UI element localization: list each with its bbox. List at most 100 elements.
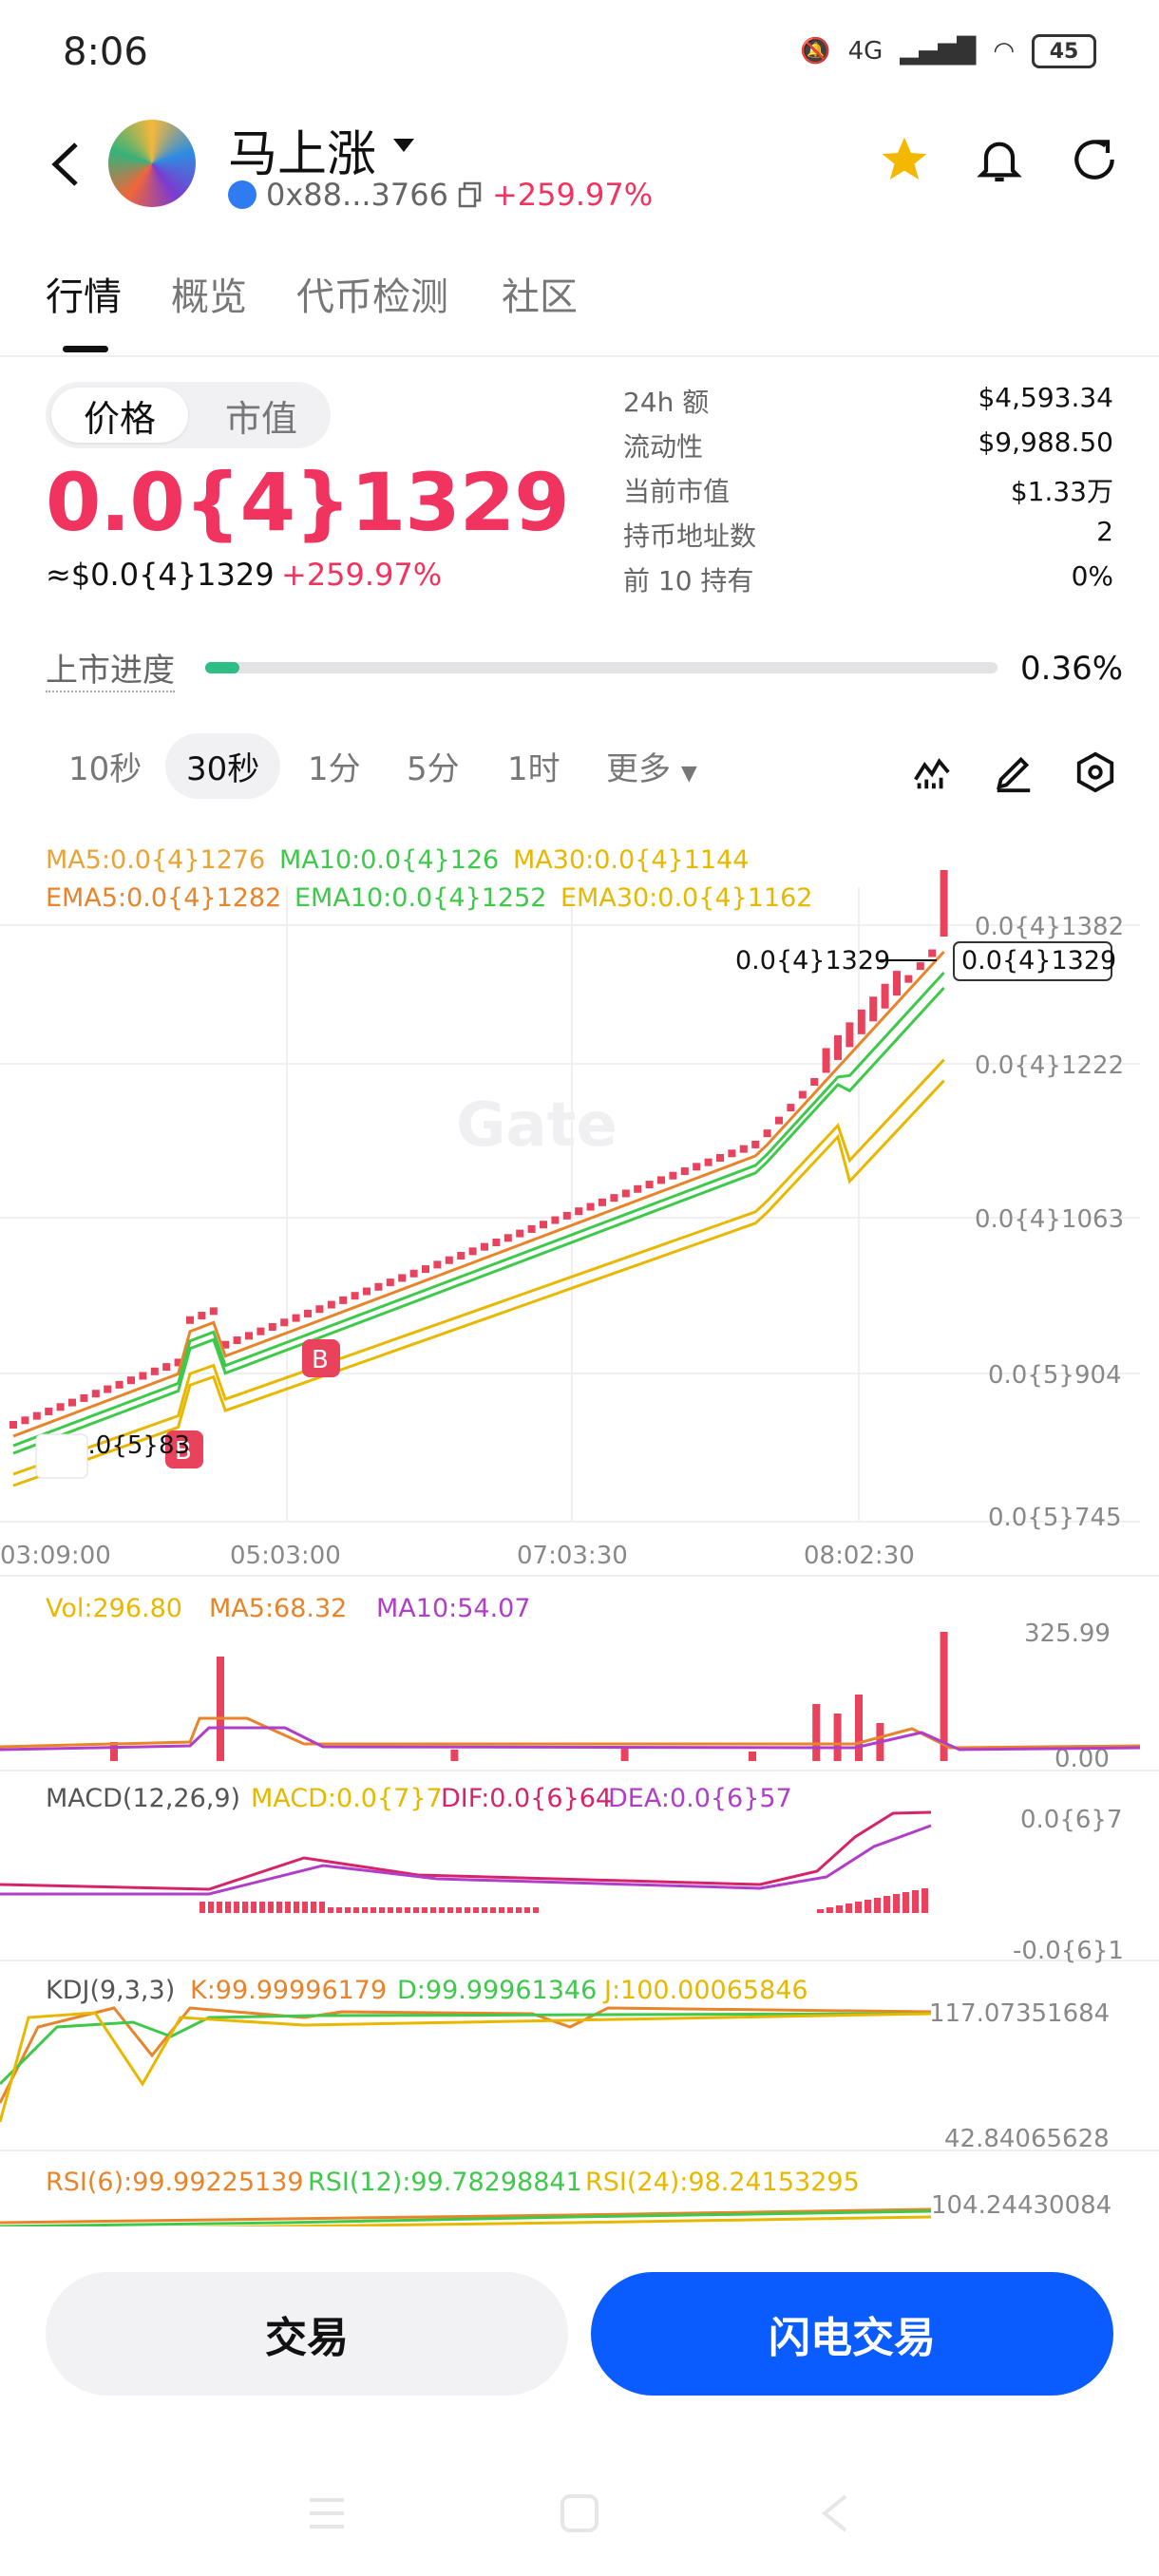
macd-bar (336, 1907, 342, 1913)
kdj-plot (0, 2006, 932, 2123)
x-tick: 03:09:00 (0, 1542, 111, 1570)
stat-value: 2 (1096, 516, 1113, 547)
candle (445, 1256, 453, 1264)
macd-bar (884, 1896, 890, 1913)
price-change: +259.97% (281, 557, 443, 593)
y-tick: 0.0{5}904 (988, 1361, 1122, 1390)
volume-bar (217, 1657, 224, 1761)
macd-bar (422, 1907, 428, 1913)
macd-bar (516, 1907, 522, 1913)
candle (540, 1221, 547, 1229)
indicator-icon[interactable] (910, 750, 954, 794)
listing-progress-label[interactable]: 上市进度 (46, 644, 175, 692)
interval-1h[interactable]: 1时 (507, 743, 560, 789)
macd-bar (259, 1902, 265, 1913)
macd-bar (533, 1907, 539, 1913)
interval-5m[interactable]: 5分 (407, 743, 460, 789)
candle (327, 1300, 335, 1309)
chain-icon (228, 180, 256, 209)
draw-icon[interactable] (992, 750, 1036, 794)
back-icon[interactable] (46, 141, 84, 188)
candle (586, 1203, 595, 1211)
macd-bar (345, 1907, 351, 1913)
tab-underline (63, 346, 108, 352)
interval-10s[interactable]: 10秒 (68, 743, 142, 789)
candle (91, 1390, 100, 1398)
status-time: 8:06 (63, 30, 148, 74)
candle (751, 1140, 760, 1148)
current-price: 0.0{4}1329 (46, 456, 570, 549)
token-avatar (108, 120, 196, 207)
candle (339, 1296, 348, 1304)
home-icon[interactable] (559, 2492, 600, 2534)
menu-icon[interactable] (306, 2494, 348, 2532)
candle (363, 1287, 370, 1296)
interval-30s[interactable]: 30秒 (165, 733, 281, 799)
last-price-box-text: 0.0{4}1329 (961, 946, 1116, 975)
tab-token-check[interactable]: 代币检测 (296, 266, 448, 321)
macd-bar (826, 1907, 833, 1913)
candle (127, 1376, 135, 1385)
toggle-price[interactable]: 价格 (51, 388, 188, 443)
candle (268, 1322, 276, 1331)
token-name[interactable]: 马上涨 (228, 114, 376, 185)
stat-value: $9,988.50 (978, 426, 1113, 458)
rsi-y-tick: 104.24430084 (931, 2191, 1112, 2220)
status-icons: 🔕 4G ▂▄▆█ ◠ 45 (800, 34, 1096, 68)
stat-label: 持币地址数 (623, 521, 757, 552)
macd-bar (456, 1907, 462, 1913)
tab-community[interactable]: 社区 (502, 266, 578, 321)
candle (527, 1224, 536, 1233)
macd-bar (846, 1904, 852, 1913)
macd-bar (302, 1902, 308, 1913)
kdj-d: D:99.99961346 (397, 1976, 597, 2005)
nav-back-icon[interactable] (815, 2492, 853, 2534)
usd-price: ≈$0.0{4}1329 (46, 557, 275, 593)
candle (881, 983, 889, 1009)
last-price-label: 0.0{4}1329 (735, 946, 890, 975)
macd-bar (473, 1907, 479, 1913)
y-tick: 0.0{4}1063 (975, 1205, 1124, 1234)
volume-bar (620, 1748, 629, 1761)
interval-more[interactable]: 更多 ▼ (606, 743, 697, 789)
ma10-label: MA10:0.0{4}126 (279, 845, 499, 875)
settings-icon[interactable] (1074, 750, 1117, 794)
x-tick: 05:03:00 (230, 1542, 341, 1570)
network-label: 4G (847, 37, 884, 66)
volume-bar (749, 1752, 756, 1761)
chevron-down-icon: ▼ (680, 762, 697, 786)
token-header: 马上涨 0x88...3766 +259.97% (0, 104, 1159, 228)
candle (409, 1269, 418, 1278)
candle (810, 1077, 819, 1086)
macd-bar (912, 1890, 919, 1913)
stat-row: 24h 额 $4,593.34 (623, 382, 1113, 426)
kline-chart[interactable]: Gate MA5:0.0{4}1276 MA10:0.0{4}126 MA30:… (0, 830, 1159, 2236)
candle (481, 1242, 488, 1251)
bell-icon[interactable] (973, 133, 1026, 186)
expand-icon[interactable] (35, 1433, 88, 1479)
macd-y-tick: -0.0{6}1 (1013, 1937, 1124, 1965)
macd-bar (370, 1907, 376, 1913)
tab-overview[interactable]: 概览 (171, 266, 247, 321)
share-icon[interactable] (1068, 133, 1121, 186)
macd-bar (922, 1888, 928, 1913)
trade-button[interactable]: 交易 (46, 2272, 568, 2396)
toggle-mcap[interactable]: 市值 (198, 388, 325, 443)
candle (198, 1312, 206, 1320)
dea-value: DEA:0.0{6}57 (608, 1784, 792, 1813)
macd-bar (200, 1902, 205, 1913)
listing-progress-fill (205, 662, 239, 673)
candle (598, 1198, 606, 1206)
chevron-down-icon[interactable] (393, 139, 414, 152)
flash-trade-button[interactable]: 闪电交易 (591, 2272, 1113, 2396)
macd-bar (251, 1902, 256, 1913)
vol-label: Vol:296.80 (46, 1594, 182, 1623)
stat-row: 持币地址数 2 (623, 516, 1113, 560)
candle (150, 1367, 159, 1375)
copy-icon[interactable] (458, 181, 483, 208)
macd-bar (319, 1902, 325, 1913)
star-icon[interactable] (878, 133, 931, 186)
interval-1m[interactable]: 1分 (308, 743, 361, 789)
macd-bar (817, 1909, 824, 1913)
tab-market[interactable]: 行情 (46, 266, 122, 321)
